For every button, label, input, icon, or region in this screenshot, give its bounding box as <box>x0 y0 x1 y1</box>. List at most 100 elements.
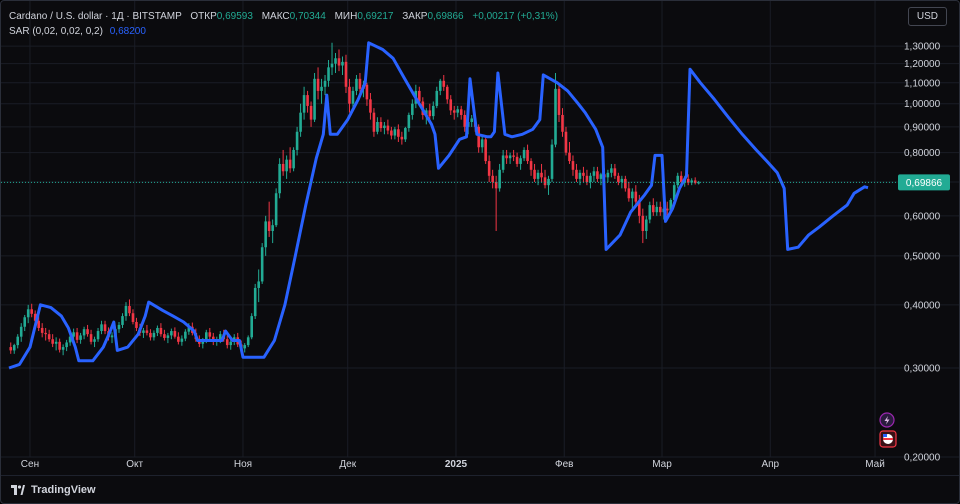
candle-body <box>676 175 680 186</box>
candle-body <box>390 130 393 136</box>
candle-body <box>459 109 463 115</box>
candle-body <box>582 172 585 176</box>
candle-body <box>229 341 233 346</box>
candle-body <box>348 86 351 104</box>
change-value: +0,00217 (+0,31%) <box>472 11 559 22</box>
low-value: 0,69217 <box>357 11 394 22</box>
candle-body <box>501 155 505 170</box>
y-tick-label: 0,90000 <box>904 122 941 133</box>
candle-body <box>253 287 257 317</box>
flag-icon[interactable] <box>879 430 897 448</box>
candle-body <box>386 125 390 131</box>
candle-body <box>79 335 82 340</box>
lightning-icon[interactable] <box>879 412 895 428</box>
candle-body <box>30 309 33 314</box>
time-axis[interactable]: Сен Окт Ноя Дек 2025 Фев Мар Апр Май <box>21 459 885 470</box>
candle-body <box>173 331 177 337</box>
y-tick-label: 1,00000 <box>904 99 941 110</box>
y-tick-label: 0,60000 <box>904 211 941 222</box>
candle-body <box>651 205 655 213</box>
y-tick-label: 1,20000 <box>904 59 941 70</box>
candle-body <box>124 305 128 317</box>
candle-body <box>86 329 89 335</box>
price-chart[interactable]: 1,30000 1,20000 1,10000 1,00000 0,90000 0,800… <box>1 1 959 475</box>
candle-body <box>285 159 288 172</box>
y-tick-label: 0,40000 <box>904 300 941 311</box>
candle-body <box>344 61 348 87</box>
candle-body <box>208 332 212 337</box>
candle-body <box>438 80 442 91</box>
candle-body <box>323 80 327 87</box>
candle-body <box>26 309 30 318</box>
candle-body <box>564 131 568 153</box>
candle-body <box>309 105 313 120</box>
candle-body <box>23 317 27 327</box>
candle-body <box>121 316 124 325</box>
candle-body <box>456 109 460 113</box>
candle-body <box>96 331 100 340</box>
candle-body <box>61 347 65 350</box>
candle-body <box>589 175 592 182</box>
y-tick-label: 1,30000 <box>904 42 941 53</box>
candle-body <box>599 174 603 179</box>
brand-name[interactable]: TradingView <box>31 484 96 496</box>
candle-body <box>554 88 557 145</box>
candle-body <box>613 168 617 176</box>
y-tick-label: 0,50000 <box>904 251 941 262</box>
candle-body <box>316 78 320 91</box>
candle-body <box>393 129 397 136</box>
chart-frame: Cardano / U.S. dollar · 1Д · BITSTAMP ОТ… <box>0 0 960 504</box>
candle-body <box>163 334 166 338</box>
candle-body <box>369 99 372 113</box>
candle-body <box>648 205 652 220</box>
candle-body <box>617 175 620 182</box>
candle-body <box>379 122 383 129</box>
x-tick-label: 2025 <box>445 459 468 470</box>
candles <box>9 42 700 356</box>
candle-body <box>658 206 662 213</box>
candle-body <box>288 159 292 169</box>
candle-body <box>281 163 285 172</box>
candle-body <box>166 335 170 338</box>
indicator-value: 0,68200 <box>109 26 146 37</box>
candle-body <box>246 337 250 346</box>
symbol-title[interactable]: Cardano / U.S. dollar · 1Д · BITSTAMP <box>9 11 182 22</box>
currency-button[interactable]: USD <box>907 7 947 26</box>
candle-body <box>44 332 47 335</box>
candle-body <box>404 128 407 140</box>
indicator-title[interactable]: SAR (0,02, 0,02, 0,2) <box>9 26 103 37</box>
x-tick-label: Фев <box>555 459 573 470</box>
x-tick-label: Сен <box>21 459 39 470</box>
candle-body <box>498 169 501 189</box>
candle-body <box>627 188 631 199</box>
close-value: 0,69866 <box>427 11 464 22</box>
candle-body <box>225 339 229 346</box>
candle-body <box>494 181 498 189</box>
candle-body <box>526 149 529 162</box>
candle-body <box>9 347 13 351</box>
candle-body <box>411 103 414 115</box>
x-tick-label: Мар <box>652 459 672 470</box>
candle-body <box>515 156 519 164</box>
x-tick-label: Апр <box>761 459 779 470</box>
candle-body <box>631 191 634 199</box>
candle-body <box>110 335 114 338</box>
candle-body <box>529 161 533 170</box>
candle-body <box>634 191 638 202</box>
candle-body <box>302 95 306 113</box>
candle-body <box>100 324 103 332</box>
candle-body <box>505 155 508 159</box>
candle-body <box>295 131 299 150</box>
x-tick-label: Дек <box>339 459 356 470</box>
close-label: ЗАКР <box>402 11 428 22</box>
candle-body <box>103 324 107 332</box>
candle-body <box>592 171 596 176</box>
candle-body <box>397 129 400 137</box>
candle-body <box>431 105 435 117</box>
candle-body <box>264 221 267 248</box>
candle-body <box>452 110 456 113</box>
candle-body <box>334 58 337 64</box>
candle-body <box>655 206 659 213</box>
candle-body <box>372 112 376 132</box>
price-axis[interactable]: 1,30000 1,20000 1,10000 1,00000 0,90000 0,800… <box>898 42 950 464</box>
